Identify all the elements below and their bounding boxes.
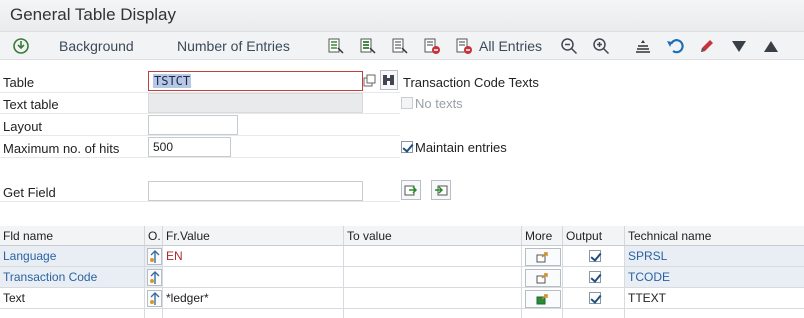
change-entries-icon[interactable] xyxy=(357,35,379,57)
max-hits-input[interactable]: 500 xyxy=(148,137,231,157)
background-button[interactable]: Background xyxy=(59,38,134,54)
selection-grid: Fld name O. Fr.Value To value More Outpu… xyxy=(0,226,804,318)
empty-cell xyxy=(0,309,145,318)
application-toolbar: Background Number of Entries All Entries xyxy=(0,32,804,60)
number-of-entries-button[interactable]: Number of Entries xyxy=(177,38,290,54)
header-technical-name: Technical name xyxy=(625,226,804,246)
output-checkbox[interactable] xyxy=(589,292,601,304)
text-table-label: Text table xyxy=(3,97,59,112)
sort-icon[interactable] xyxy=(632,35,654,57)
max-hits-label: Maximum no. of hits xyxy=(3,141,120,156)
text-table-input xyxy=(148,93,363,113)
output-checkbox[interactable] xyxy=(589,250,601,262)
multiple-selection-icon[interactable] xyxy=(525,248,561,266)
empty-cell xyxy=(344,309,522,318)
empty-cell xyxy=(522,309,563,318)
to-value-input[interactable] xyxy=(344,246,522,267)
maintain-entries-label: Maintain entries xyxy=(415,140,507,155)
row-divider xyxy=(0,113,400,114)
header-fld-name: Fld name xyxy=(0,226,145,246)
from-value-input[interactable] xyxy=(163,267,344,288)
all-entries-icon[interactable] xyxy=(453,35,475,57)
header-option: O. xyxy=(145,226,163,246)
title-bar: General Table Display xyxy=(0,0,804,32)
no-texts-label: No texts xyxy=(415,96,463,111)
table-label: Table xyxy=(3,75,35,90)
selection-option-icon[interactable] xyxy=(147,290,162,307)
layout-label: Layout xyxy=(3,119,43,134)
technical-name-cell: SPRSL xyxy=(625,246,804,267)
layout-input[interactable] xyxy=(148,115,238,135)
value-help-icon[interactable] xyxy=(362,71,378,91)
to-value-input[interactable] xyxy=(344,288,522,309)
header-to-value: To value xyxy=(344,226,522,246)
fld-name-cell: Text xyxy=(0,288,145,309)
table-input[interactable]: TSTCT xyxy=(148,71,363,91)
delete-entries-icon[interactable] xyxy=(421,35,443,57)
header-output: Output xyxy=(563,226,625,246)
from-value-input[interactable]: EN xyxy=(163,246,344,267)
no-texts-checkbox xyxy=(401,97,413,109)
display-entries-icon[interactable] xyxy=(389,35,411,57)
get-field-input[interactable] xyxy=(148,181,363,201)
general-table-display-screen: General Table Display Background Number … xyxy=(0,0,804,318)
page-title: General Table Display xyxy=(10,5,176,24)
multiple-selection-icon[interactable] xyxy=(525,269,561,287)
empty-cell xyxy=(145,309,163,318)
header-from-value: Fr.Value xyxy=(163,226,344,246)
zoom-out-icon[interactable] xyxy=(558,35,580,57)
all-entries-button[interactable]: All Entries xyxy=(479,38,542,54)
create-entries-icon[interactable] xyxy=(325,35,347,57)
output-checkbox[interactable] xyxy=(589,271,601,283)
row-divider xyxy=(0,157,400,158)
maintain-entries-checkbox[interactable] xyxy=(401,141,413,153)
to-value-input[interactable] xyxy=(344,267,522,288)
table-input-value: TSTCT xyxy=(153,74,192,88)
get-field-label: Get Field xyxy=(3,185,56,200)
set-field-button[interactable] xyxy=(431,180,451,200)
edit-pencil-icon[interactable] xyxy=(696,35,718,57)
execute-icon[interactable] xyxy=(10,35,32,57)
selection-option-icon[interactable] xyxy=(147,269,162,286)
technical-name-cell: TCODE xyxy=(625,267,804,288)
technical-name-cell: TTEXT xyxy=(625,288,804,309)
empty-cell xyxy=(163,309,344,318)
fld-name-cell: Language xyxy=(0,246,145,267)
empty-cell xyxy=(563,309,625,318)
scroll-down-icon[interactable] xyxy=(728,35,750,57)
scroll-up-icon[interactable] xyxy=(760,35,782,57)
get-field-button[interactable] xyxy=(401,180,421,200)
undo-icon[interactable] xyxy=(664,35,686,57)
selection-option-icon[interactable] xyxy=(147,248,162,265)
header-more: More xyxy=(522,226,563,246)
multiple-selection-active-icon[interactable] xyxy=(525,290,561,308)
fld-name-cell: Transaction Code xyxy=(0,267,145,288)
zoom-in-icon[interactable] xyxy=(590,35,612,57)
from-value-input[interactable]: *ledger* xyxy=(163,288,344,309)
table-description: Transaction Code Texts xyxy=(403,75,539,90)
row-divider xyxy=(0,135,400,136)
row-divider xyxy=(0,201,400,202)
max-hits-value: 500 xyxy=(153,140,174,154)
table-search-icon[interactable] xyxy=(380,70,398,90)
